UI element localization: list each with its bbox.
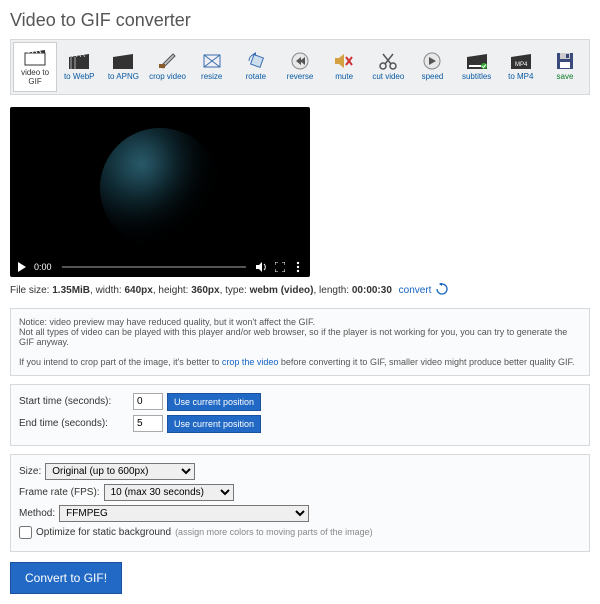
time-section: Start time (seconds): Use current positi… xyxy=(10,384,590,446)
notice-box: Notice: video preview may have reduced q… xyxy=(10,308,590,376)
tool-label: mute xyxy=(335,73,353,82)
tool-video-to-gif[interactable]: video to GIF xyxy=(13,42,57,92)
end-time-input[interactable] xyxy=(133,415,163,432)
video-frame-earth xyxy=(100,128,220,248)
file-length-label: , length: xyxy=(314,285,352,296)
tool-label: subtitles xyxy=(462,73,491,82)
optimize-label: Optimize for static background xyxy=(36,527,171,538)
fullscreen-icon[interactable] xyxy=(274,261,286,273)
tool-label: to MP4 xyxy=(508,73,533,82)
crop-video-link[interactable]: crop the video xyxy=(222,357,279,367)
tool-rotate[interactable]: rotate xyxy=(234,42,278,92)
file-type-value: webm (video) xyxy=(250,285,314,296)
notice-line-2: Not all types of video can be played wit… xyxy=(19,327,581,347)
start-time-label: Start time (seconds): xyxy=(19,396,129,407)
convert-link[interactable]: convert xyxy=(399,285,432,296)
video-time: 0:00 xyxy=(34,262,52,272)
tool-label: speed xyxy=(422,73,444,82)
tool-label: cut video xyxy=(372,73,404,82)
options-section: Size: Original (up to 600px) Frame rate … xyxy=(10,454,590,552)
more-icon[interactable] xyxy=(292,261,304,273)
tool-label: reverse xyxy=(287,73,314,82)
file-length-value: 00:00:30 xyxy=(352,285,392,296)
tool-speed[interactable]: speed xyxy=(410,42,454,92)
method-label: Method: xyxy=(19,508,55,519)
crop-knife-icon xyxy=(157,51,179,71)
tool-label: rotate xyxy=(246,73,266,82)
tool-mute[interactable]: mute xyxy=(322,42,366,92)
video-progress[interactable] xyxy=(62,266,246,268)
tool-label: resize xyxy=(201,73,222,82)
video-preview[interactable]: 0:00 xyxy=(10,107,310,277)
file-size-label: File size: xyxy=(10,285,52,296)
tool-label: to APNG xyxy=(108,73,139,82)
fps-label: Frame rate (FPS): xyxy=(19,487,100,498)
tool-to-apng[interactable]: to APNG xyxy=(101,42,145,92)
size-label: Size: xyxy=(19,466,41,477)
svg-text:MP4: MP4 xyxy=(515,62,528,68)
scissors-icon xyxy=(377,51,399,71)
tool-label: to WebP xyxy=(64,73,95,82)
tool-save[interactable]: save xyxy=(543,42,587,92)
tool-to-webp[interactable]: to WebP xyxy=(57,42,101,92)
film-clapper-icon xyxy=(112,51,134,71)
file-height-value: 360px xyxy=(191,285,219,296)
resize-icon xyxy=(201,51,223,71)
size-select[interactable]: Original (up to 600px) xyxy=(45,463,195,480)
fps-select[interactable]: 10 (max 30 seconds) xyxy=(104,484,234,501)
tool-reverse[interactable]: reverse xyxy=(278,42,322,92)
file-info: File size: 1.35MiB, width: 640px, height… xyxy=(10,283,590,298)
tool-to-mp4[interactable]: MP4 to MP4 xyxy=(499,42,543,92)
file-width-label: , width: xyxy=(90,285,124,296)
film-clapper-icon xyxy=(24,47,46,67)
end-time-label: End time (seconds): xyxy=(19,418,129,429)
save-floppy-icon xyxy=(554,51,576,71)
rotate-icon xyxy=(245,51,267,71)
video-controls: 0:00 xyxy=(16,261,304,273)
tool-resize[interactable]: resize xyxy=(190,42,234,92)
tool-label: crop video xyxy=(149,73,186,82)
play-icon[interactable] xyxy=(16,261,28,273)
tool-subtitles[interactable]: subtitles xyxy=(455,42,499,92)
toolbar: video to GIF to WebP to APNG crop video … xyxy=(10,39,590,95)
optimize-hint: (assign more colors to moving parts of t… xyxy=(175,527,373,537)
file-type-label: , type: xyxy=(220,285,250,296)
tool-cut-video[interactable]: cut video xyxy=(366,42,410,92)
method-select[interactable]: FFMPEG xyxy=(59,505,309,522)
optimize-checkbox[interactable] xyxy=(19,526,32,539)
page-title: Video to GIF converter xyxy=(10,10,590,31)
tool-crop-video[interactable]: crop video xyxy=(145,42,189,92)
speed-icon xyxy=(421,51,443,71)
file-width-value: 640px xyxy=(125,285,153,296)
use-current-start-button[interactable]: Use current position xyxy=(167,393,261,411)
convert-to-gif-button[interactable]: Convert to GIF! xyxy=(10,562,122,594)
use-current-end-button[interactable]: Use current position xyxy=(167,415,261,433)
notice-line-3: If you intend to crop part of the image,… xyxy=(19,357,581,367)
start-time-input[interactable] xyxy=(133,393,163,410)
film-clapper-icon: MP4 xyxy=(510,51,532,71)
tool-label: save xyxy=(557,73,574,82)
mute-icon xyxy=(333,51,355,71)
rewind-icon xyxy=(289,51,311,71)
volume-icon[interactable] xyxy=(256,261,268,273)
film-clapper-icon xyxy=(68,51,90,71)
tool-label: video to GIF xyxy=(16,69,54,87)
file-size-value: 1.35MiB xyxy=(52,285,90,296)
subtitles-icon xyxy=(466,51,488,71)
file-height-label: , height: xyxy=(153,285,191,296)
refresh-icon[interactable] xyxy=(436,283,448,298)
notice-line-1: Notice: video preview may have reduced q… xyxy=(19,317,581,327)
